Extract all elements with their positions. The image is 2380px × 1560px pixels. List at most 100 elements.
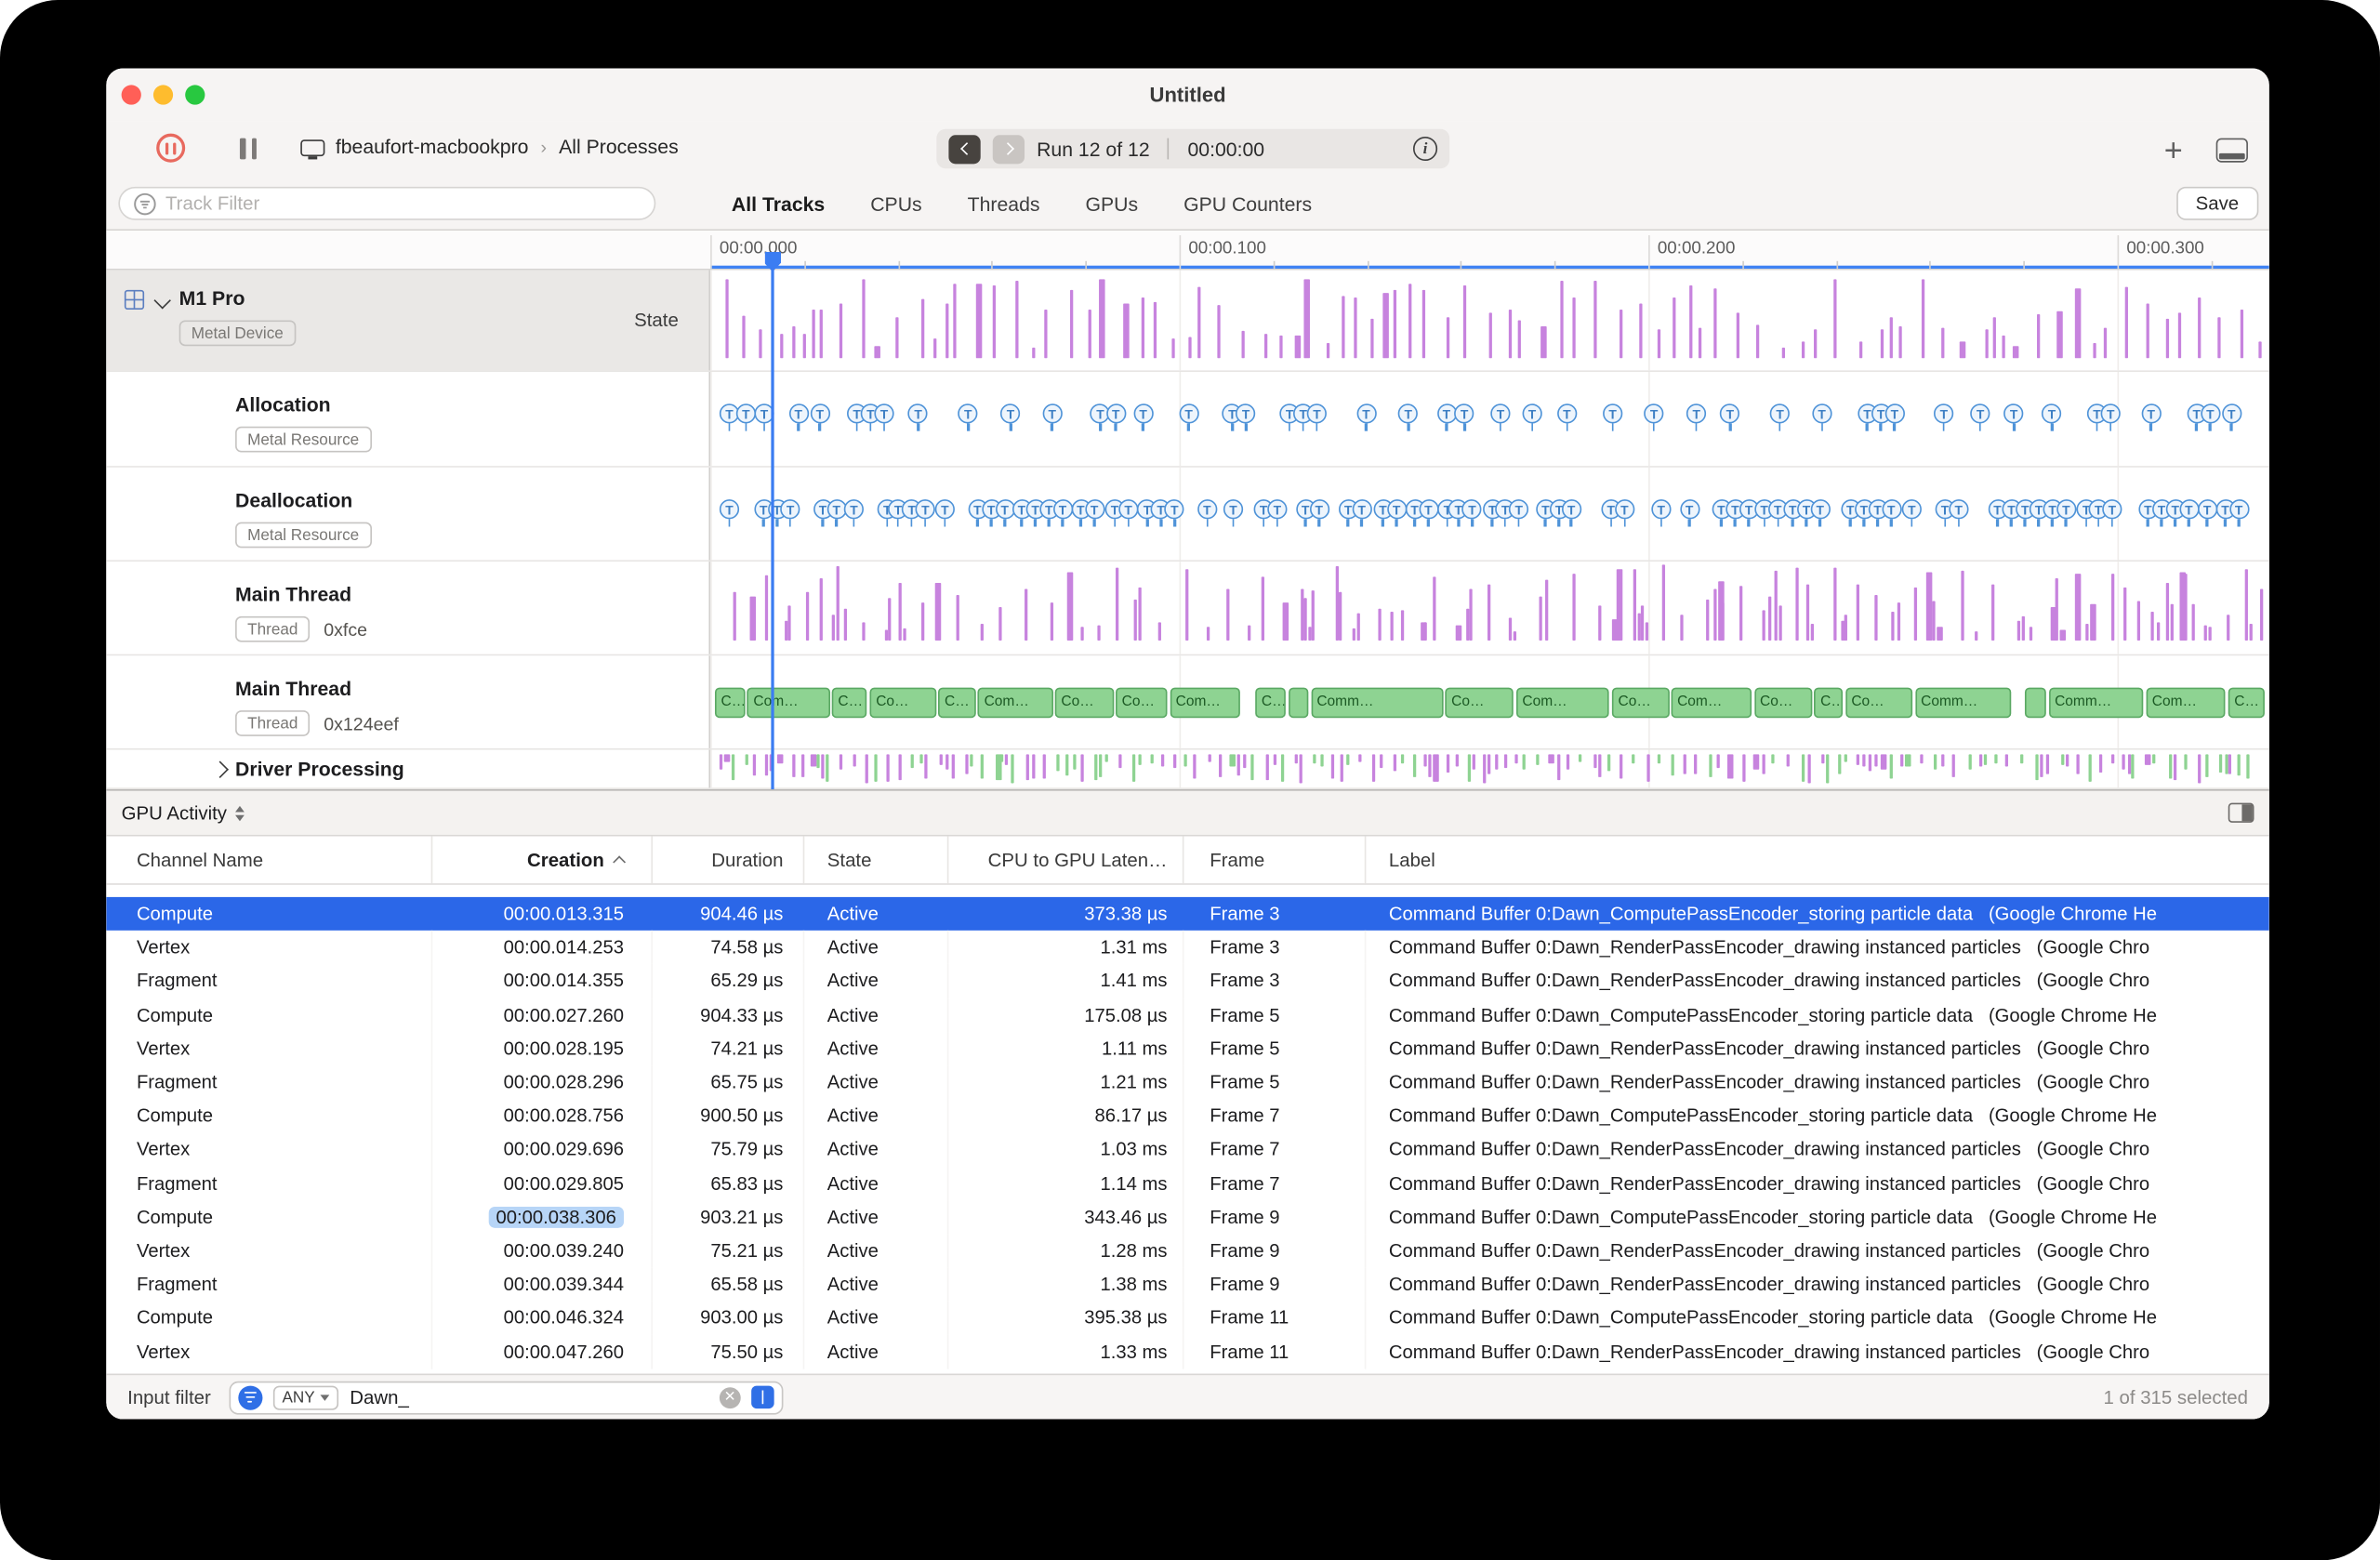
table-row[interactable]: Fragment 00:00.028.296 65.75 µs Active 1.21 …: [106, 1065, 2269, 1100]
driver-bar: [1548, 754, 1555, 763]
track-lane[interactable]: TTTTTTTTTTTTTTTTTTTTTTTTTTTTTTTTTTTTTTTT…: [710, 371, 2269, 467]
thread-bar: [1680, 614, 1684, 641]
gridline: [1648, 562, 1650, 654]
time-range-bar: [710, 264, 2269, 269]
track-header[interactable]: Driver Processing: [106, 749, 711, 788]
table-row[interactable]: Compute 00:00.013.315 904.46 µs Active 373.3…: [106, 896, 2269, 932]
track-row-m1-pro-0[interactable]: M1 Pro Metal Device State: [106, 270, 2269, 372]
state-bar: [1755, 324, 1760, 359]
column-header-frame[interactable]: Frame: [1183, 836, 1367, 884]
pin-stem: [1382, 519, 1384, 527]
match-mode-dropdown[interactable]: ANY: [272, 1384, 339, 1409]
resource-pin-icon: T: [2221, 403, 2241, 431]
track-lane[interactable]: [710, 749, 2269, 788]
track-header[interactable]: Main Thread Thread 0xfce: [106, 562, 711, 654]
clear-filter-icon[interactable]: ✕: [719, 1386, 741, 1408]
target-breadcrumb[interactable]: fbeaufort-macbookpro › All Processes: [300, 135, 679, 160]
pin-stem: [1957, 519, 1960, 527]
table-row[interactable]: Vertex 00:00.029.696 75.79 µs Active 1.03 ms…: [106, 1132, 2269, 1167]
token-toggle-icon[interactable]: [750, 1385, 774, 1409]
column-header-state[interactable]: State: [804, 836, 949, 884]
driver-bar: [1265, 754, 1269, 780]
filter-query-input[interactable]: [350, 1386, 709, 1408]
thread-bar: [1641, 605, 1645, 641]
channel-cell: Compute: [106, 1199, 433, 1235]
thread-bar: [2122, 588, 2127, 641]
table-row[interactable]: Compute 00:00.028.756 900.50 µs Active 86.17…: [106, 1099, 2269, 1133]
track-lane[interactable]: C… Com… C… Co… C… Com… Co… Co… Com… C… Comm… Co… Com…: [710, 655, 2269, 748]
record-button[interactable]: [156, 133, 186, 163]
driver-bar: [1025, 754, 1029, 780]
track-lane[interactable]: TTTTTTTTTTTTTTTTTTTTTTTTTTTTTTTTTTTTTTTT…: [710, 467, 2269, 561]
save-button[interactable]: Save: [2175, 186, 2259, 220]
column-header-cpu-to-gpu-laten[interactable]: CPU to GPU Laten…: [948, 836, 1184, 884]
table-row[interactable]: Vertex 00:00.039.240 75.21 µs Active 1.28 ms…: [106, 1234, 2269, 1268]
track-filter-input[interactable]: [165, 192, 641, 215]
driver-bar: [2224, 754, 2228, 774]
table-row[interactable]: Compute 00:00.027.260 904.33 µs Active 175.0…: [106, 998, 2269, 1032]
pin-stem: [1866, 423, 1869, 431]
channel-cell: Fragment: [106, 1065, 433, 1100]
pin-stem: [1317, 519, 1320, 527]
state-cell: Active: [804, 1065, 949, 1100]
table-row[interactable]: Compute 00:00.038.306 903.21 µs Active 343.4…: [106, 1199, 2269, 1235]
column-header-duration[interactable]: Duration: [653, 836, 805, 884]
info-icon[interactable]: i: [1412, 136, 1438, 162]
thread-bar: [934, 582, 941, 641]
next-run-button[interactable]: [992, 134, 1025, 164]
track-lane[interactable]: [710, 562, 2269, 654]
table-row[interactable]: Fragment 00:00.014.355 65.29 µs Active 1.41 …: [106, 964, 2269, 998]
pause-button[interactable]: [239, 138, 257, 160]
detail-view-selector[interactable]: GPU Activity: [122, 802, 245, 824]
thread-bar: [884, 629, 888, 641]
pin-stem: [1127, 519, 1130, 527]
track-header[interactable]: Deallocation Metal Resource: [106, 467, 711, 561]
track-row-deallocation-2[interactable]: Deallocation Metal Resource T T T T T T T T T T T T T T…: [106, 467, 2269, 562]
track-filter-field[interactable]: [118, 186, 656, 220]
resource-pin-icon: T: [1812, 403, 1832, 431]
previous-run-button[interactable]: [948, 134, 981, 164]
track-lane[interactable]: [710, 270, 2269, 371]
gridline: [2117, 562, 2120, 654]
tab-threads[interactable]: Threads: [968, 192, 1040, 215]
track-header[interactable]: Main Thread Thread 0x124eef: [106, 655, 711, 748]
table-row[interactable]: Fragment 00:00.029.805 65.83 µs Active 1.14 …: [106, 1166, 2269, 1200]
tab-all-tracks[interactable]: All Tracks: [732, 192, 825, 215]
track-row-main-thread-3[interactable]: Main Thread Thread 0xfce: [106, 562, 2269, 656]
resource-pin-icon: T: [1306, 403, 1328, 431]
tab-gpu-counters[interactable]: GPU Counters: [1183, 192, 1312, 215]
inspector-toggle-icon[interactable]: [2228, 802, 2254, 823]
chevron-right-icon[interactable]: [211, 760, 229, 778]
track-row-driver-processing-5[interactable]: Driver Processing: [106, 749, 2269, 789]
column-header-label: Channel Name: [136, 849, 264, 871]
pin-glyph: T: [1436, 403, 1457, 424]
table-row[interactable]: Compute 00:00.046.324 903.00 µs Active 395.3…: [106, 1301, 2269, 1335]
chevron-down-icon[interactable]: [153, 292, 171, 310]
label-cell: Command Buffer 0:Dawn_RenderPassEncoder_…: [1388, 1071, 2150, 1093]
toolbar-right-group: +: [2164, 132, 2248, 168]
driver-bar: [1372, 754, 1376, 783]
pin-stem: [788, 519, 792, 527]
input-filter-field[interactable]: ANY ✕: [229, 1380, 784, 1414]
track-row-allocation-1[interactable]: Allocation Metal Resource T T T T T T T T T T T T T T T T…: [106, 371, 2269, 468]
column-header-creation[interactable]: Creation: [432, 836, 654, 884]
pin-stem: [728, 423, 731, 431]
column-header-label[interactable]: Label: [1366, 837, 2268, 884]
column-header-channel-name[interactable]: Channel Name: [106, 836, 433, 884]
gridline: [710, 371, 712, 467]
table-row[interactable]: Vertex 00:00.014.253 74.58 µs Active 1.31 ms…: [106, 931, 2269, 965]
table-row[interactable]: Fragment 00:00.039.344 65.58 µs Active 1.38 …: [106, 1267, 2269, 1302]
tab-gpus[interactable]: GPUs: [1085, 192, 1138, 215]
pin-stem: [1499, 423, 1502, 431]
tab-cpus[interactable]: CPUs: [870, 192, 921, 215]
filter-active-icon[interactable]: [238, 1384, 263, 1409]
thread-bar: [1311, 590, 1316, 641]
timeline-ruler[interactable]: 00:00.000 00:00.100 00:00.200 00:00.300: [106, 231, 2269, 271]
table-row[interactable]: Vertex 00:00.028.195 74.21 µs Active 1.11 ms…: [106, 1031, 2269, 1066]
track-header[interactable]: M1 Pro Metal Device State: [106, 270, 711, 371]
track-header[interactable]: Allocation Metal Resource: [106, 371, 711, 467]
layout-toggle-icon[interactable]: [2215, 138, 2248, 163]
add-instrument-icon[interactable]: +: [2164, 134, 2183, 165]
table-row[interactable]: Vertex 00:00.047.260 75.50 µs Active 1.33 ms…: [106, 1334, 2269, 1369]
track-row-main-thread-4[interactable]: Main Thread Thread 0x124eef C… Com… C… Co… C… Co…: [106, 655, 2269, 750]
